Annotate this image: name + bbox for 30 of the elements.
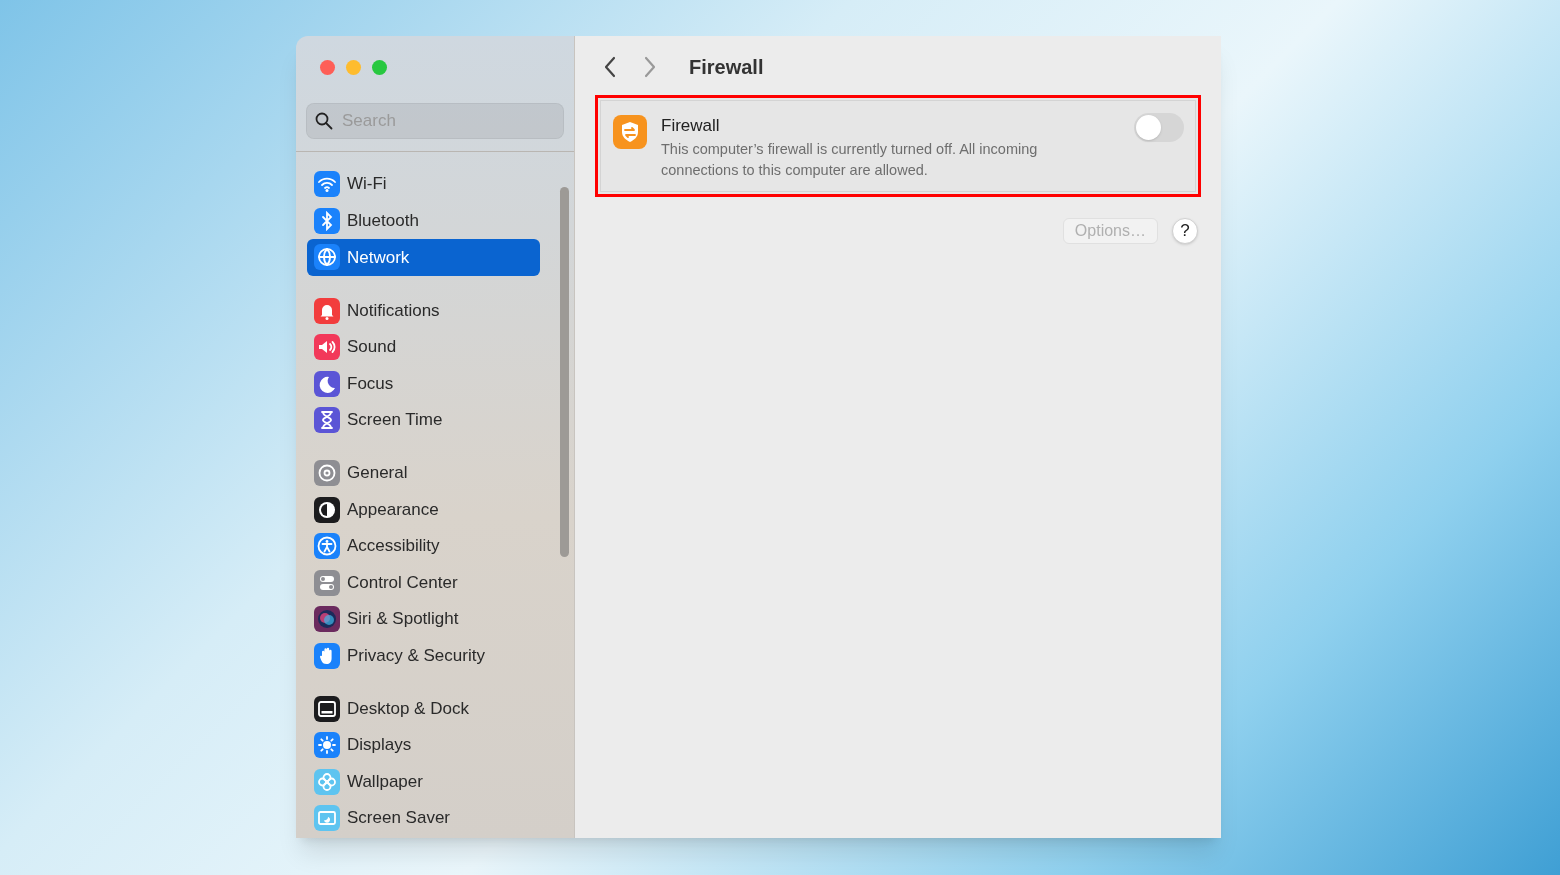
sidebar-item[interactable]: Focus <box>307 370 540 397</box>
shield-icon <box>613 115 647 149</box>
sidebar-item[interactable]: Bluetooth <box>307 207 540 234</box>
scrollbar[interactable] <box>560 187 569 557</box>
firewall-title: Firewall <box>661 115 721 137</box>
sidebar-item[interactable]: Desktop & Dock <box>307 695 540 722</box>
sidebar-item[interactable]: Screen Time <box>307 407 540 433</box>
search-icon <box>315 112 333 130</box>
sidebar-item[interactable]: Wi-Fi <box>307 171 540 197</box>
sidebar-item[interactable]: Sound <box>307 334 540 360</box>
sidebar-item[interactable]: Wallpaper <box>307 768 540 795</box>
firewall-toggle[interactable] <box>1134 113 1184 142</box>
sidebar-item[interactable]: Network <box>307 238 540 276</box>
back-icon[interactable] <box>603 56 617 78</box>
close-button[interactable] <box>320 60 335 75</box>
help-button[interactable]: ? <box>1172 218 1198 244</box>
sidebar-item[interactable]: Control Center <box>307 569 540 596</box>
sidebar-item[interactable]: Privacy & Security <box>307 642 540 669</box>
sidebar-item[interactable]: Notifications <box>307 297 540 324</box>
firewall-description: This computer’s firewall is currently turned off. All incoming connections to this computer are allowed. <box>661 140 1039 180</box>
sidebar-item[interactable]: Appearance <box>307 496 540 523</box>
sidebar-item[interactable]: Siri & Spotlight <box>307 606 540 632</box>
sidebar-item[interactable]: Screen Saver <box>307 805 540 831</box>
forward-icon[interactable] <box>643 56 657 78</box>
zoom-button[interactable] <box>372 60 387 75</box>
sidebar-item[interactable]: General <box>307 460 540 486</box>
sidebar-item[interactable]: Displays <box>307 732 540 758</box>
sidebar-item[interactable]: Accessibility <box>307 533 540 559</box>
window-title: Firewall <box>689 55 764 80</box>
minimize-button[interactable] <box>346 60 361 75</box>
